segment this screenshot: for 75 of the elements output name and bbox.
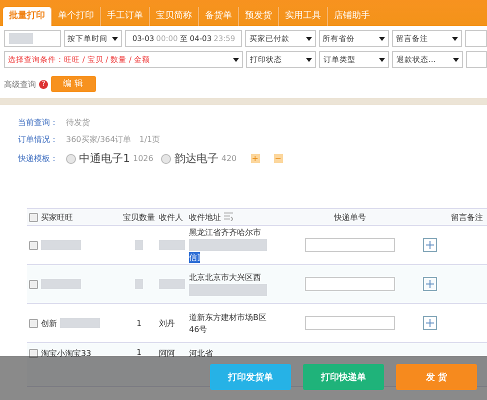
edit-button[interactable]: 编 辑 [51,76,96,92]
checkbox[interactable] [29,280,38,288]
radio-button[interactable] [161,154,172,164]
table-cell: 1 [136,318,142,328]
column-header: 宝贝数量 [123,212,155,222]
info-value: 360买家/364订单 [66,134,132,145]
caret-icon [452,58,459,62]
template-count: 420 [221,154,237,163]
tab[interactable]: 手工订单 [101,7,150,26]
tracking-number-field[interactable] [305,238,395,252]
add-note-button[interactable] [423,277,437,291]
tab[interactable]: 批量打印 [3,7,52,26]
checkbox[interactable] [29,349,38,358]
caret-icon [306,36,312,40]
address-text: 道新东方建材市场B区 [189,312,266,322]
checkbox[interactable] [29,318,38,328]
column-header: 收件人 [159,212,183,222]
caret-icon [452,36,458,40]
filter-icon[interactable] [224,212,233,222]
template-name: 韵达电子 [174,151,218,166]
dropdown[interactable] [466,51,487,68]
column-header: 快递单号 [334,212,366,222]
caret-icon [379,36,386,40]
tab[interactable]: 单个打印 [52,7,101,26]
checkbox[interactable] [29,212,38,222]
caret-icon [233,58,240,62]
caret-icon [306,58,312,62]
redaction-block [135,240,143,250]
redaction-block [135,279,143,289]
buyer-name: 创新 [41,318,57,328]
search-field[interactable] [4,30,61,47]
address-text: 46号 [189,324,208,334]
advanced-search-label: 高级查询 [4,78,36,90]
add-note-button[interactable] [423,238,437,252]
tab[interactable]: 备货单 [199,7,239,26]
tracking-number-field[interactable] [305,277,395,291]
redaction-block [159,279,185,289]
address-text: 黑龙江省齐齐哈尔市 [189,227,261,238]
tab[interactable]: 店铺助手 [328,7,376,26]
column-header: 收件地址 [189,212,221,222]
info-value: 待发货 [66,117,90,128]
redaction-block [60,318,100,328]
checkbox[interactable] [29,240,38,250]
dropdown[interactable] [465,30,487,47]
info-label: 订单情况： [18,134,58,145]
caret-icon [112,36,118,40]
redaction-block [41,279,81,289]
redaction-block [41,240,81,250]
add-button[interactable]: + [250,154,260,163]
table-cell: 1 [136,348,142,357]
tracking-number-field[interactable] [305,316,395,330]
caret-icon [379,58,386,62]
column-header: 买家旺旺 [41,212,73,222]
info-label: 当前查询： [18,117,58,128]
tab[interactable]: 实用工具 [279,7,328,26]
table-cell: 刘丹 [159,318,175,328]
tab[interactable]: 预发货 [239,7,279,26]
column-header: 留言备注 [451,212,483,222]
action-button[interactable]: 打印快递单 [303,364,384,390]
tab[interactable]: 宝贝简称 [150,7,199,26]
template-name: 中通电子1 [79,151,130,166]
action-button[interactable]: 发 货 [396,364,477,390]
info-label: 快递模板： [18,153,58,164]
add-note-button[interactable] [423,316,437,330]
buyer-name: 淘宝小淘宝33 [41,348,92,359]
page-count: 1/1页 [139,134,160,145]
address-text: 河北省 [189,348,213,359]
address-text: 北京北京市大兴区西 [189,272,261,283]
action-button[interactable]: 打印发货单 [210,364,291,390]
table-cell: 阿阿 [159,348,175,359]
radio-button[interactable] [66,154,76,164]
remove-button[interactable]: − [274,154,283,163]
template-count: 1026 [133,154,154,163]
redaction-block [159,240,185,250]
selected-text: 信] [189,252,200,263]
